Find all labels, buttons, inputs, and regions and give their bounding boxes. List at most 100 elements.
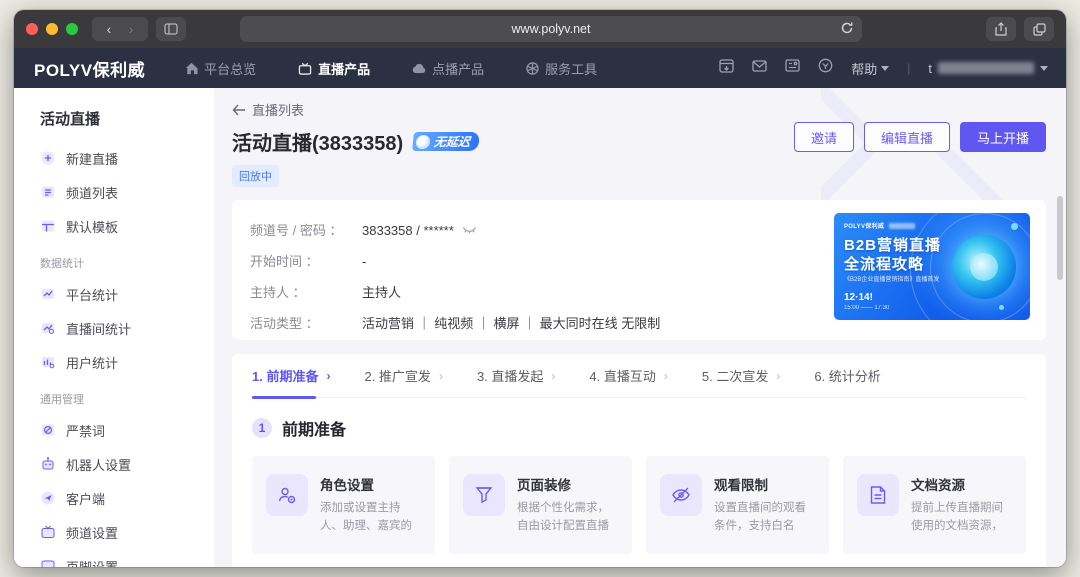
sidebar-item-channel-settings[interactable]: 频道设置 bbox=[14, 515, 214, 549]
share-icon bbox=[995, 22, 1007, 36]
zoom-window-button[interactable] bbox=[66, 23, 78, 35]
banner-dot bbox=[999, 305, 1004, 310]
status-badge: 回放中 bbox=[232, 165, 279, 187]
back-arrow-icon bbox=[232, 104, 246, 116]
channel-list-icon bbox=[40, 184, 56, 200]
template-icon bbox=[40, 218, 56, 234]
card-role-settings[interactable]: 角色设置 添加或设置主持人、助理、嘉宾的信息，以及新增助... bbox=[252, 456, 435, 554]
step-1-preparation[interactable]: 1. 前期准备 › bbox=[252, 354, 330, 398]
section-title: 前期准备 bbox=[282, 416, 346, 440]
service-circle-icon[interactable] bbox=[818, 58, 833, 78]
chrome-right-buttons bbox=[986, 17, 1054, 41]
forward-button[interactable]: › bbox=[120, 21, 142, 37]
client-icon bbox=[40, 490, 56, 506]
chevron-right-icon: › bbox=[551, 369, 555, 383]
nav-item-live-products[interactable]: 直播产品 bbox=[298, 59, 370, 78]
back-button[interactable]: ‹ bbox=[98, 21, 120, 37]
caret-down-icon bbox=[1040, 66, 1048, 71]
doc-resource-icon bbox=[857, 474, 899, 516]
banner-torus-graphic bbox=[952, 235, 1016, 299]
sidebar-item-user-stats[interactable]: 用户统计 bbox=[14, 345, 214, 379]
user-menu[interactable]: t bbox=[928, 61, 1048, 76]
header-actions: 邀请 编辑直播 马上开播 bbox=[794, 122, 1046, 152]
plus-circle-icon bbox=[40, 150, 56, 166]
url-text: www.polyv.net bbox=[512, 22, 591, 36]
no-delay-badge: 无延迟 bbox=[412, 132, 480, 151]
room-stats-icon bbox=[40, 320, 56, 336]
url-bar[interactable]: www.polyv.net bbox=[240, 16, 862, 42]
sidebar-item-banned-words[interactable]: 严禁词 bbox=[14, 413, 214, 447]
feature-cards-row1: 角色设置 添加或设置主持人、助理、嘉宾的信息，以及新增助... 页面装修 根据个… bbox=[252, 456, 1026, 554]
history-nav-group: ‹ › bbox=[92, 17, 148, 41]
card-watch-restriction[interactable]: 观看限制 设置直播间的观看条件，支持白名单、报名观看、验... bbox=[646, 456, 829, 554]
banner-partner-logo bbox=[889, 223, 915, 229]
nav-item-vod-products[interactable]: 点播产品 bbox=[412, 59, 484, 78]
page-title: 活动直播(3833358) bbox=[232, 127, 403, 156]
section-heading: 1 前期准备 bbox=[252, 416, 1026, 440]
nav-item-platform-overview[interactable]: 平台总览 bbox=[185, 59, 256, 78]
chevron-right-icon: › bbox=[664, 369, 668, 383]
step-5-repromotion[interactable]: 5. 二次宣发 › bbox=[702, 354, 780, 398]
sidebar-item-default-template[interactable]: 默认模板 bbox=[14, 209, 214, 243]
browser-chrome: ‹ › www.polyv.net bbox=[14, 10, 1066, 48]
banner-time: 15:00 —— 17:30 bbox=[844, 305, 889, 311]
traffic-lights bbox=[26, 23, 78, 35]
minimize-window-button[interactable] bbox=[46, 23, 58, 35]
password-eye-off-icon[interactable] bbox=[462, 215, 477, 246]
sidebar-item-footer-settings[interactable]: 页脚设置 bbox=[14, 549, 214, 567]
breadcrumb[interactable]: 直播列表 bbox=[232, 100, 1046, 119]
banner-brand: POLYV保利威 bbox=[844, 221, 915, 230]
polyv-logo[interactable]: POLYV保利威 bbox=[34, 56, 145, 81]
promo-banner[interactable]: POLYV保利威 B2B营销直播 全流程攻略 《B2B企业直播营销指南》直播首发… bbox=[834, 213, 1030, 320]
edit-live-button[interactable]: 编辑直播 bbox=[864, 122, 950, 152]
section-number-badge: 1 bbox=[252, 418, 272, 438]
storage-icon[interactable] bbox=[719, 59, 734, 78]
nav-item-service-tools[interactable]: 服务工具 bbox=[526, 59, 597, 78]
refresh-icon[interactable] bbox=[840, 21, 854, 38]
chevron-right-icon: › bbox=[776, 369, 780, 383]
process-card: 1. 前期准备 › 2. 推广宣发 › 3. 直播发起 › 4. 直播互动 › bbox=[232, 354, 1046, 567]
cloud-icon bbox=[412, 63, 426, 74]
step-6-analytics[interactable]: 6. 统计分析 bbox=[814, 354, 880, 398]
divider: | bbox=[907, 61, 910, 75]
card-page-decoration[interactable]: 页面装修 根据个性化需求，自由设计配置直播间元素。支持自... bbox=[449, 456, 632, 554]
home-icon bbox=[185, 62, 198, 75]
account-card-icon[interactable] bbox=[785, 59, 800, 77]
browser-window: ‹ › www.polyv.net POLYV保利威 平台总览 bbox=[14, 10, 1066, 567]
sidebar-icon bbox=[164, 23, 178, 35]
tabs-icon bbox=[1033, 23, 1046, 36]
tab-overview-button[interactable] bbox=[1024, 17, 1054, 41]
username-redacted bbox=[938, 62, 1034, 74]
sidebar-item-room-stats[interactable]: 直播间统计 bbox=[14, 311, 214, 345]
shield-icon bbox=[526, 62, 539, 75]
caret-down-icon bbox=[881, 66, 889, 71]
share-button[interactable] bbox=[986, 17, 1016, 41]
step-2-promotion[interactable]: 2. 推广宣发 › bbox=[364, 354, 442, 398]
mail-icon[interactable] bbox=[752, 59, 767, 77]
sidebar-item-channel-list[interactable]: 频道列表 bbox=[14, 175, 214, 209]
sidebar-toggle-button[interactable] bbox=[156, 17, 186, 41]
chevron-right-icon: › bbox=[439, 369, 443, 383]
step-3-launch[interactable]: 3. 直播发起 › bbox=[477, 354, 555, 398]
sidebar-section-data-stats: 数据统计 bbox=[14, 243, 214, 277]
sidebar-item-new-live[interactable]: 新建直播 bbox=[14, 141, 214, 175]
sidebar-item-robot-settings[interactable]: 机器人设置 bbox=[14, 447, 214, 481]
sidebar-item-platform-stats[interactable]: 平台统计 bbox=[14, 277, 214, 311]
banned-words-icon bbox=[40, 422, 56, 438]
sidebar-section-general: 通用管理 bbox=[14, 379, 214, 413]
card-document-resources[interactable]: 文档资源 提前上传直播期间使用的文档资源，减少直播中的失... bbox=[843, 456, 1026, 554]
sidebar-item-client[interactable]: 客户端 bbox=[14, 481, 214, 515]
sidebar: 活动直播 新建直播 频道列表 默认模板 数据统计 平台统计 直播间统计 bbox=[14, 88, 214, 567]
robot-icon bbox=[40, 456, 56, 472]
help-menu[interactable]: 帮助 bbox=[851, 59, 889, 78]
scrollbar-thumb[interactable] bbox=[1057, 196, 1063, 280]
steps-bar: 1. 前期准备 › 2. 推广宣发 › 3. 直播发起 › 4. 直播互动 › bbox=[252, 354, 1026, 398]
banner-date: 12·14! bbox=[844, 292, 873, 303]
close-window-button[interactable] bbox=[26, 23, 38, 35]
footer-settings-icon bbox=[40, 558, 56, 567]
invite-button[interactable]: 邀请 bbox=[794, 122, 854, 152]
role-settings-icon bbox=[266, 474, 308, 516]
step-4-interaction[interactable]: 4. 直播互动 › bbox=[589, 354, 667, 398]
start-live-button[interactable]: 马上开播 bbox=[960, 122, 1046, 152]
page-decorate-icon bbox=[463, 474, 505, 516]
